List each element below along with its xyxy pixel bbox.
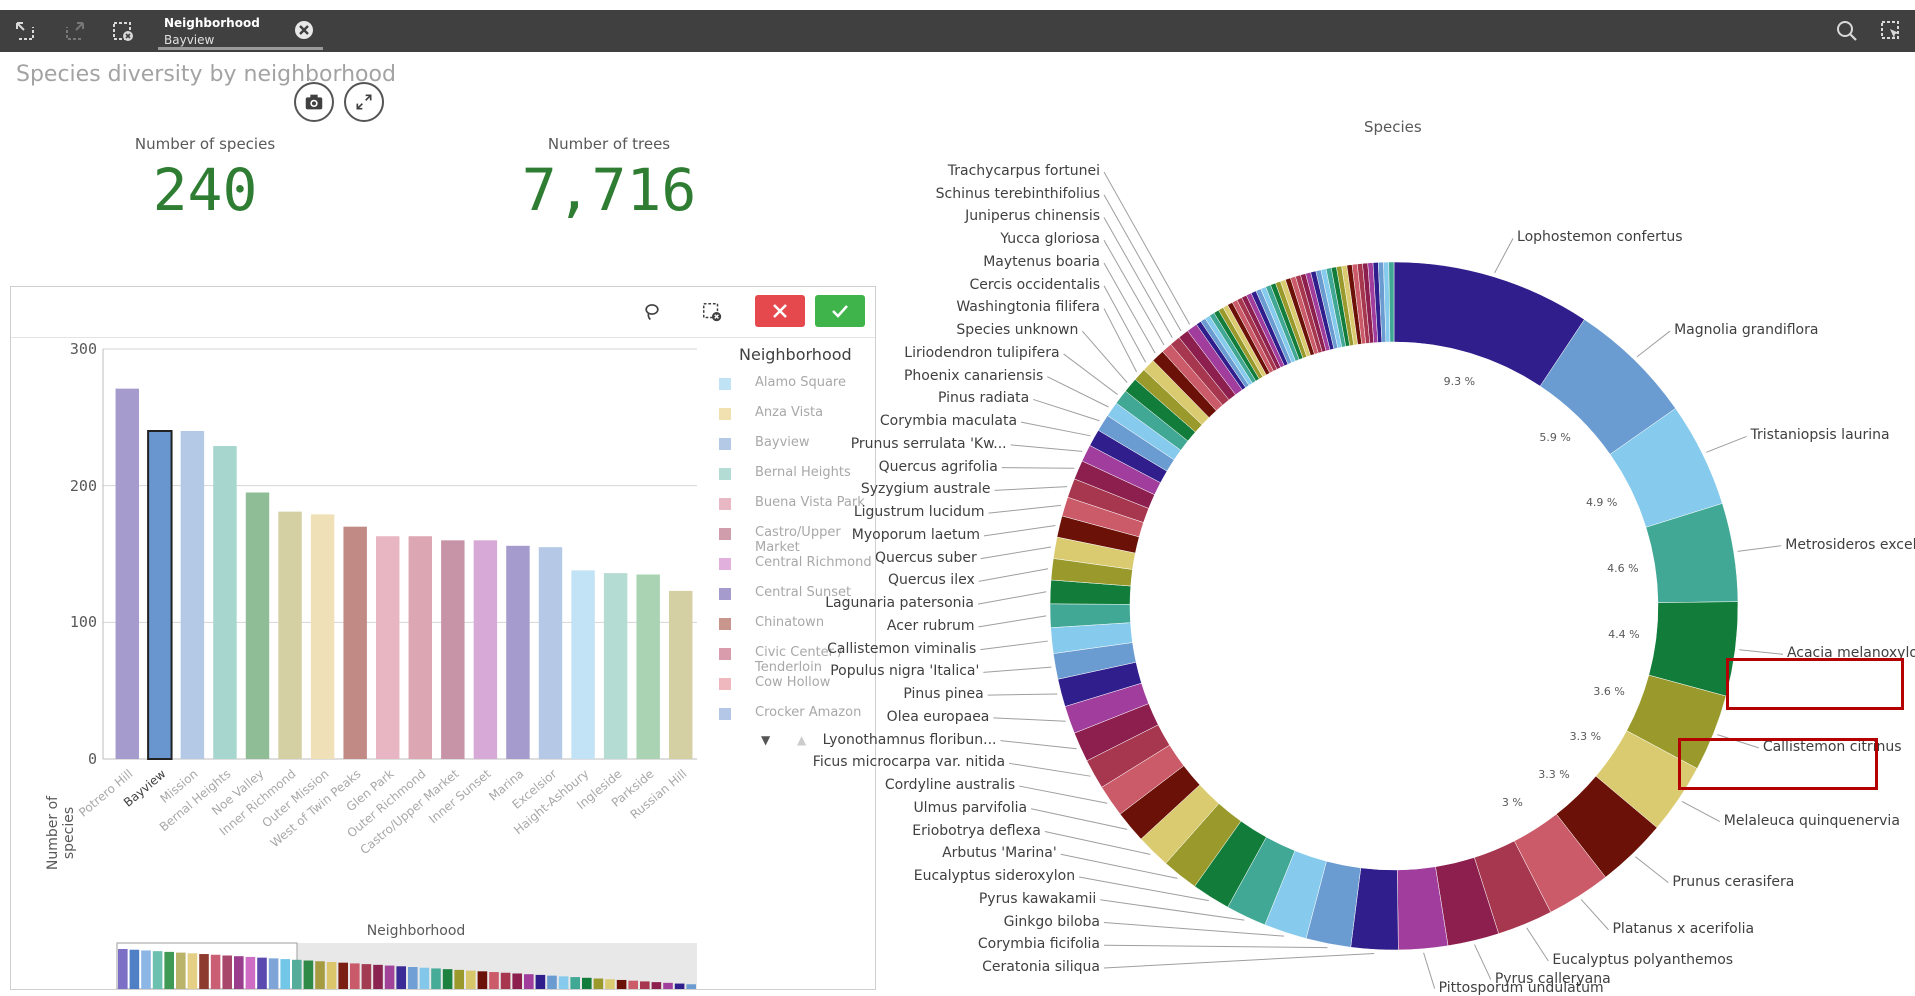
slice-label: Cercis occidentalis: [969, 276, 1100, 293]
label-leader-line: [1000, 740, 1077, 750]
label-leader-line: [988, 504, 1061, 514]
slice-label: Ligustrum lucidum: [853, 504, 985, 521]
label-leader-line: [1474, 944, 1492, 980]
slice-label: Phoenix canariensis: [903, 367, 1044, 384]
highlight-box: [1678, 738, 1878, 790]
slice-label: Ceratonia siliqua: [982, 959, 1100, 975]
label-leader-line: [1103, 171, 1191, 325]
label-leader-line: [1526, 927, 1549, 962]
label-leader-line: [978, 568, 1049, 582]
slice-percentage: 5.9 %: [1539, 431, 1571, 445]
slice-label: Liriodendron tulipifera: [904, 344, 1060, 361]
label-leader-line: [1423, 952, 1436, 989]
slice-percentage: 4.4 %: [1608, 628, 1640, 642]
label-leader-line: [1103, 922, 1284, 937]
label-leader-line: [1001, 467, 1075, 469]
slice-label: Cordyline australis: [884, 777, 1016, 794]
label-leader-line: [1103, 262, 1156, 354]
slice-label: Syzygium australe: [860, 481, 991, 498]
highlight-box: [1726, 658, 1904, 710]
label-leader-line: [1681, 800, 1720, 823]
slice-percentage: 4.9 %: [1585, 495, 1618, 509]
slice-label: Washingtonia filifera: [956, 299, 1100, 316]
label-leader-line: [1737, 545, 1782, 552]
slice-label: Prunus serrulata 'Kw...: [850, 435, 1007, 452]
label-leader-line: [1030, 808, 1128, 830]
label-leader-line: [1636, 330, 1671, 358]
slice-label: Arbutus 'Marina': [942, 845, 1057, 862]
label-leader-line: [1494, 238, 1514, 274]
label-leader-line: [983, 666, 1052, 673]
label-leader-line: [1008, 762, 1091, 777]
label-leader-line: [1635, 856, 1669, 884]
label-leader-line: [1103, 285, 1147, 363]
label-leader-line: [1103, 239, 1165, 346]
label-leader-line: [1010, 444, 1083, 452]
slice-label: Quercus ilex: [888, 572, 975, 589]
slice-label: Pinus pinea: [903, 686, 984, 703]
slice-label: Magnolia grandiflora: [1674, 322, 1819, 339]
label-leader-line: [978, 615, 1047, 628]
label-leader-line: [994, 486, 1068, 491]
slice-label: Schinus terebinthifolius: [935, 185, 1100, 202]
slice-label: Metrosideros excelsa: [1785, 536, 1915, 553]
label-leader-line: [1019, 785, 1108, 804]
label-leader-line: [983, 525, 1056, 537]
slice-label: Pyrus kawakamii: [978, 890, 1097, 907]
slice-label: Species unknown: [956, 322, 1079, 339]
label-leader-line: [1739, 649, 1783, 655]
label-leader-line: [1044, 831, 1151, 855]
slice-label: Eriobotrya deflexa: [912, 822, 1041, 839]
slice-label: Callistemon viminalis: [827, 640, 977, 657]
label-leader-line: [980, 546, 1052, 560]
slice-label: Pittosporum undulatum: [1438, 979, 1604, 996]
label-leader-line: [1103, 217, 1173, 339]
slice-label: Platanus x acerifolia: [1612, 920, 1755, 937]
slice-label: Olea europaea: [886, 708, 990, 725]
slice-label: Ulmus parvifolia: [913, 799, 1028, 816]
slice-percentage: 3.6 %: [1593, 685, 1625, 699]
label-leader-line: [1706, 435, 1747, 453]
slice-percentage: 4.6 %: [1607, 562, 1639, 576]
label-leader-line: [1081, 330, 1128, 383]
label-leader-line: [1580, 899, 1609, 931]
slice-label: Acer rubrum: [886, 617, 975, 634]
slice-label: Melaleuca quinquenervia: [1723, 812, 1900, 829]
slice-label: Lophostemon confertus: [1517, 229, 1683, 246]
slice-percentage: 3 %: [1501, 796, 1523, 810]
slice-label: Eucalyptus sideroxylon: [913, 868, 1076, 885]
slice-label: Maytenus boaria: [983, 253, 1100, 270]
label-leader-line: [993, 717, 1066, 722]
label-leader-line: [1103, 944, 1328, 949]
slice-label: Quercus agrifolia: [878, 458, 998, 475]
slice-label: Pinus radiata: [937, 390, 1030, 407]
label-leader-line: [1033, 398, 1100, 422]
slice-label: Corymbia ficifolia: [977, 936, 1100, 953]
slice-label: Eucalyptus polyanthemos: [1552, 952, 1734, 968]
slice-label: Tristaniopsis laurina: [1750, 427, 1890, 444]
slice-label: Lyonothamnus floribun...: [822, 731, 997, 748]
slice-percentage: 9.3 %: [1443, 374, 1476, 388]
slice-label: Ficus microcarpa var. nitida: [812, 754, 1006, 771]
slice-label: Yucca gloriosa: [1000, 231, 1100, 248]
slice-label: Quercus suber: [875, 549, 977, 566]
slice-label: Juniperus chinensis: [965, 208, 1100, 225]
label-leader-line: [1103, 952, 1375, 969]
slice-label: Lagunaria patersonia: [825, 595, 975, 612]
label-leader-line: [977, 591, 1047, 605]
slice-label: Populus nigra 'Italica': [830, 663, 980, 680]
slice-percentage: 3.3 %: [1538, 767, 1570, 781]
slice-label: Prunus cerasifera: [1672, 873, 1795, 890]
label-leader-line: [987, 693, 1058, 696]
slice-label: Trachycarpus fortunei: [947, 163, 1100, 179]
label-leader-line: [1103, 194, 1182, 332]
slice-label: Myoporum laetum: [851, 526, 980, 543]
slice-percentage: 3.3 %: [1569, 730, 1602, 744]
label-leader-line: [1020, 421, 1091, 437]
label-leader-line: [980, 640, 1048, 651]
slice-label: Ginkgo biloba: [1003, 913, 1100, 930]
slice-label: Corymbia maculata: [879, 413, 1018, 430]
